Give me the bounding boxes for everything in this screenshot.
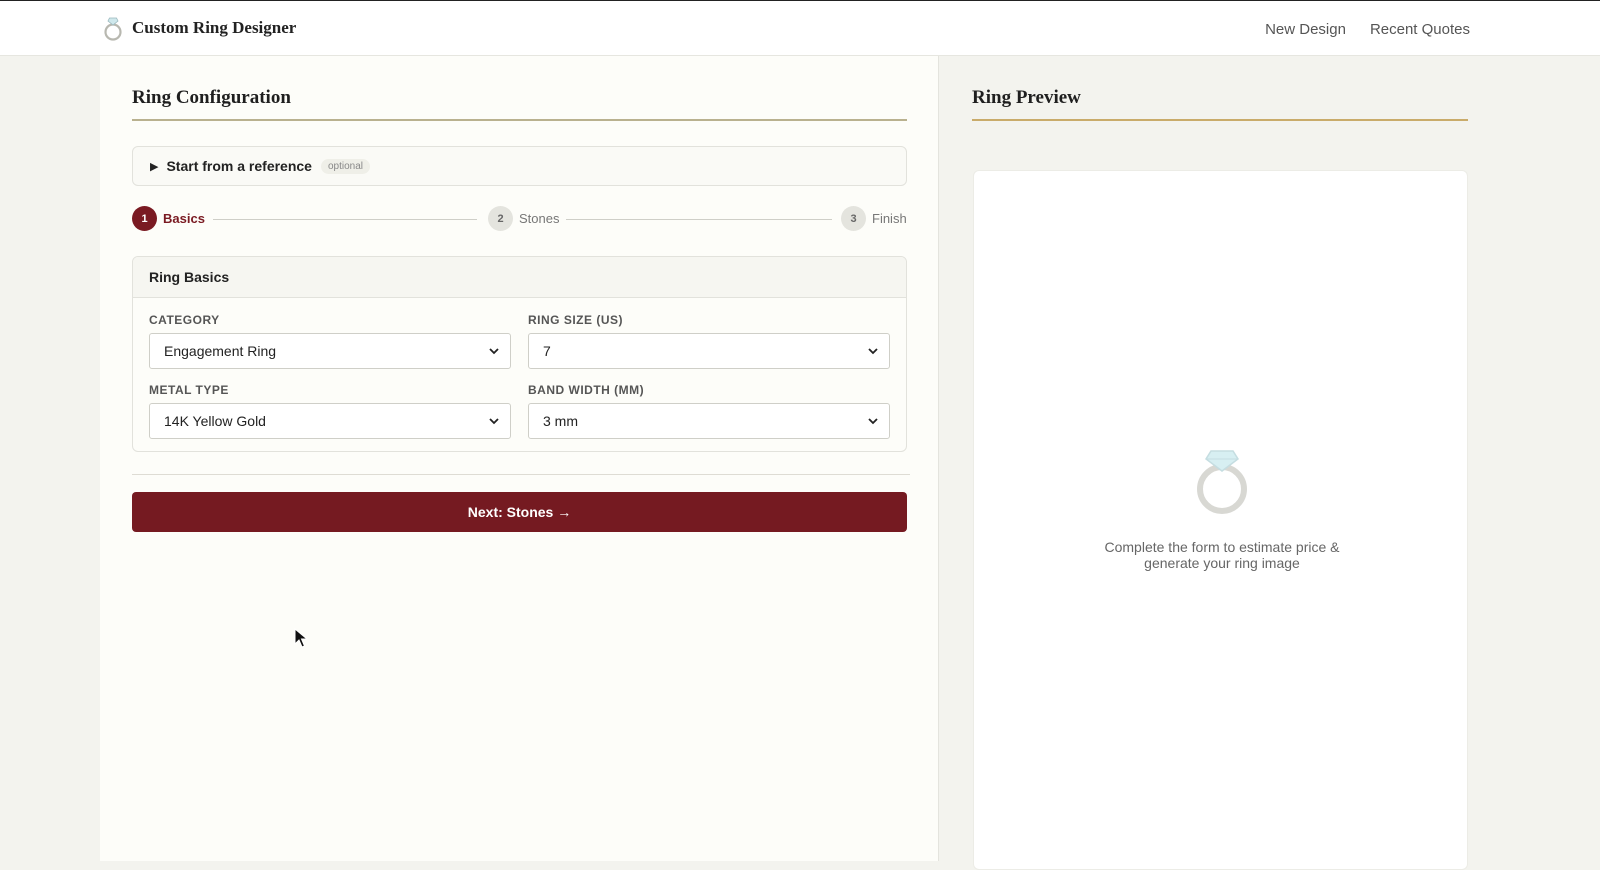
- preview-box: Complete the form to estimate price & ge…: [973, 170, 1468, 870]
- configuration-title: Ring Configuration: [132, 87, 291, 108]
- preview-title: Ring Preview: [972, 87, 1081, 108]
- chevron-down-icon: [489, 348, 499, 355]
- preview-title-rule: [972, 119, 1468, 121]
- disclosure-triangle-icon: ▶: [150, 160, 159, 173]
- step-connector: [213, 219, 477, 220]
- form-divider: [132, 474, 910, 475]
- chevron-down-icon: [868, 418, 878, 425]
- category-value: Engagement Ring: [164, 343, 277, 359]
- optional-badge: optional: [320, 158, 371, 174]
- category-select[interactable]: Engagement Ring: [149, 333, 511, 369]
- configuration-panel: Ring Configuration ▶ Start from a refere…: [100, 56, 939, 861]
- nav-new-design[interactable]: New Design: [1265, 21, 1346, 38]
- band-width-label: BAND WIDTH (MM): [528, 383, 645, 397]
- step-label: Finish: [872, 211, 907, 226]
- metal-type-label: METAL TYPE: [149, 383, 229, 397]
- reference-disclosure[interactable]: ▶ Start from a reference optional: [132, 146, 907, 186]
- preview-panel: Ring Preview Complete the form to estima…: [940, 56, 1600, 870]
- step-number: 1: [132, 206, 157, 231]
- metal-type-select[interactable]: 14K Yellow Gold: [149, 403, 511, 439]
- brand[interactable]: Custom Ring Designer: [102, 15, 296, 41]
- category-field: CATEGORY Engagement Ring: [149, 313, 511, 369]
- ring-basics-title: Ring Basics: [133, 257, 906, 298]
- step-finish[interactable]: 3 Finish: [841, 206, 907, 231]
- metal-type-value: 14K Yellow Gold: [164, 413, 266, 429]
- ring-size-value: 7: [543, 343, 551, 359]
- metal-type-field: METAL TYPE 14K Yellow Gold: [149, 383, 511, 439]
- step-number: 3: [841, 206, 866, 231]
- top-bar: Custom Ring Designer New Design Recent Q…: [0, 0, 1600, 56]
- configuration-title-rule: [132, 119, 907, 121]
- category-label: CATEGORY: [149, 313, 220, 327]
- band-width-select[interactable]: 3 mm: [528, 403, 890, 439]
- step-connector: [566, 219, 832, 220]
- step-stones[interactable]: 2 Stones: [488, 206, 559, 231]
- band-width-field: BAND WIDTH (MM) 3 mm: [528, 383, 890, 439]
- ring-icon: [1197, 450, 1247, 514]
- next-stones-button[interactable]: Next: Stones →: [132, 492, 907, 532]
- ring-size-label: RING SIZE (US): [528, 313, 624, 327]
- reference-label: Start from a reference: [166, 158, 312, 174]
- brand-title: Custom Ring Designer: [132, 18, 297, 37]
- step-number: 2: [488, 206, 513, 231]
- top-nav: New Design Recent Quotes: [1265, 21, 1470, 38]
- step-label: Stones: [519, 211, 560, 226]
- nav-recent-quotes[interactable]: Recent Quotes: [1370, 21, 1470, 38]
- preview-message: Complete the form to estimate price & ge…: [1104, 539, 1340, 571]
- ring-icon: [104, 17, 122, 41]
- ring-basics-card: Ring Basics CATEGORY Engagement Ring RIN…: [132, 256, 907, 452]
- chevron-down-icon: [868, 348, 878, 355]
- mouse-cursor-icon: [294, 628, 308, 648]
- chevron-down-icon: [489, 418, 499, 425]
- ring-size-field: RING SIZE (US) 7: [528, 313, 890, 369]
- step-basics[interactable]: 1 Basics: [132, 206, 205, 231]
- stepper: 1 Basics 2 Stones 3 Finish: [132, 206, 907, 232]
- ring-size-select[interactable]: 7: [528, 333, 890, 369]
- band-width-value: 3 mm: [543, 413, 578, 429]
- step-label: Basics: [163, 211, 205, 226]
